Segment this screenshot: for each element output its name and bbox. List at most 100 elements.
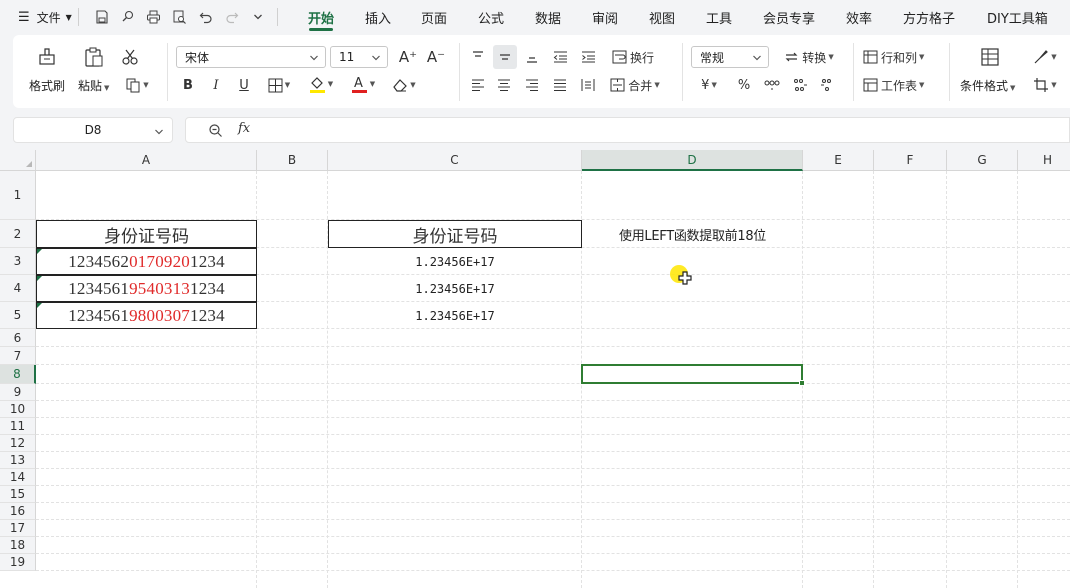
align-top-button[interactable]: [467, 46, 489, 68]
tab-0[interactable]: 开始: [308, 0, 334, 34]
save-button[interactable]: [89, 5, 115, 29]
column-header-e[interactable]: E: [803, 150, 874, 171]
conditional-format-button[interactable]: [977, 45, 1003, 69]
formula-input[interactable]: fx: [185, 117, 1070, 143]
align-center-button[interactable]: [493, 75, 515, 95]
row-header-6[interactable]: 6: [0, 329, 36, 347]
row-header-10[interactable]: 10: [0, 401, 36, 418]
copy-button[interactable]: ▼: [121, 75, 153, 95]
print-button[interactable]: [141, 5, 167, 29]
column-header-b[interactable]: B: [257, 150, 328, 171]
tab-11[interactable]: DIY工具箱: [987, 0, 1048, 34]
row-header-3[interactable]: 3: [0, 248, 36, 275]
tab-4[interactable]: 数据: [535, 0, 561, 34]
row-header-1[interactable]: 1: [0, 171, 36, 220]
cell-d2[interactable]: 使用LEFT函数提取前18位: [582, 220, 803, 248]
italic-button[interactable]: I: [205, 75, 227, 95]
border-button[interactable]: ▼: [262, 75, 296, 95]
row-header-9[interactable]: 9: [0, 384, 36, 401]
tab-8[interactable]: 会员专享: [763, 0, 815, 34]
cell-a2[interactable]: 身份证号码: [36, 220, 257, 248]
column-header-g[interactable]: G: [947, 150, 1018, 171]
cell-c2[interactable]: 身份证号码: [328, 220, 582, 248]
column-header-h[interactable]: H: [1018, 150, 1070, 171]
cell-a4[interactable]: 1234561 9540313 1234: [36, 275, 257, 302]
row-header-16[interactable]: 16: [0, 503, 36, 520]
file-menu[interactable]: ☰ 文件 ▼: [18, 5, 72, 29]
row-header-5[interactable]: 5: [0, 302, 36, 329]
cell-a3[interactable]: 1234562 0170920 1234: [36, 248, 257, 275]
column-header-c[interactable]: C: [328, 150, 582, 171]
share-button[interactable]: [115, 5, 141, 29]
cell-c4[interactable]: 1.23456E+17: [328, 275, 582, 302]
paste-button[interactable]: [81, 45, 107, 69]
distributed-button[interactable]: [577, 75, 599, 95]
row-header-12[interactable]: 12: [0, 435, 36, 452]
cut-button[interactable]: [119, 47, 141, 67]
increase-indent-button[interactable]: [577, 46, 599, 68]
row-header-15[interactable]: 15: [0, 486, 36, 503]
crop-button[interactable]: ▼: [1029, 75, 1061, 95]
tab-3[interactable]: 公式: [478, 0, 504, 34]
format-painter-button[interactable]: [35, 45, 61, 69]
worksheet-button[interactable]: 工作表 ▼: [863, 75, 937, 95]
column-header-f[interactable]: F: [874, 150, 947, 171]
row-header-14[interactable]: 14: [0, 469, 36, 486]
tab-7[interactable]: 工具: [706, 0, 732, 34]
shrink-font-button[interactable]: A⁻: [425, 46, 447, 68]
justify-button[interactable]: [549, 75, 571, 95]
tab-5[interactable]: 审阅: [592, 0, 618, 34]
cell-c5[interactable]: 1.23456E+17: [328, 302, 582, 329]
cell-a5[interactable]: 1234561 9800307 1234: [36, 302, 257, 329]
selected-cell-d8[interactable]: [581, 364, 805, 386]
row-header-13[interactable]: 13: [0, 452, 36, 469]
cell-area[interactable]: 身份证号码 身份证号码 使用LEFT函数提取前18位 1234562 017092…: [36, 171, 1070, 588]
cell-c3[interactable]: 1.23456E+17: [328, 248, 582, 275]
thousands-separator-button[interactable]: [761, 75, 783, 95]
redo-button[interactable]: [219, 5, 245, 29]
row-header-11[interactable]: 11: [0, 418, 36, 435]
increase-decimal-button[interactable]: [789, 75, 811, 95]
bold-button[interactable]: B: [177, 75, 199, 95]
row-header-2[interactable]: 2: [0, 220, 36, 248]
cell-style-button[interactable]: ▼: [1029, 46, 1061, 68]
number-format-select[interactable]: 常规: [691, 46, 769, 68]
customize-toolbar-button[interactable]: [245, 5, 271, 29]
fill-color-button[interactable]: ▼: [303, 73, 339, 95]
align-middle-button[interactable]: [493, 45, 517, 69]
percent-button[interactable]: %: [733, 75, 755, 95]
row-header-8[interactable]: 8: [0, 365, 36, 384]
print-preview-button[interactable]: [167, 5, 193, 29]
fx-icon[interactable]: fx: [238, 121, 250, 136]
convert-button[interactable]: 转换 ▼: [777, 46, 841, 68]
currency-button[interactable]: ¥ ▼: [693, 75, 725, 95]
name-box[interactable]: D8: [13, 117, 173, 143]
row-header-4[interactable]: 4: [0, 275, 36, 302]
tab-1[interactable]: 插入: [365, 0, 391, 34]
column-header-a[interactable]: A: [36, 150, 257, 171]
decrease-decimal-button[interactable]: [817, 75, 839, 95]
merge-button[interactable]: 合并 ▼: [607, 75, 663, 95]
align-bottom-button[interactable]: [521, 46, 543, 68]
font-color-button[interactable]: A ▼: [345, 73, 381, 95]
rows-cols-button[interactable]: 行和列 ▼: [863, 46, 937, 68]
undo-button[interactable]: [193, 5, 219, 29]
font-size-select[interactable]: 11: [330, 46, 388, 68]
tab-9[interactable]: 效率: [846, 0, 872, 34]
grow-font-button[interactable]: A⁺: [397, 46, 419, 68]
align-right-button[interactable]: [521, 75, 543, 95]
font-name-select[interactable]: 宋体: [176, 46, 326, 68]
fill-handle[interactable]: [799, 380, 805, 386]
zoom-icon[interactable]: [208, 123, 223, 138]
select-all-button[interactable]: [0, 150, 36, 171]
row-header-18[interactable]: 18: [0, 537, 36, 554]
column-header-d[interactable]: D: [582, 150, 803, 171]
row-header-7[interactable]: 7: [0, 347, 36, 365]
decrease-indent-button[interactable]: [549, 46, 571, 68]
align-left-button[interactable]: [467, 75, 489, 95]
row-header-17[interactable]: 17: [0, 520, 36, 537]
row-header-19[interactable]: 19: [0, 554, 36, 571]
tab-10[interactable]: 方方格子: [903, 0, 955, 34]
underline-button[interactable]: U: [233, 75, 255, 95]
wrap-text-button[interactable]: 换行: [607, 46, 659, 68]
